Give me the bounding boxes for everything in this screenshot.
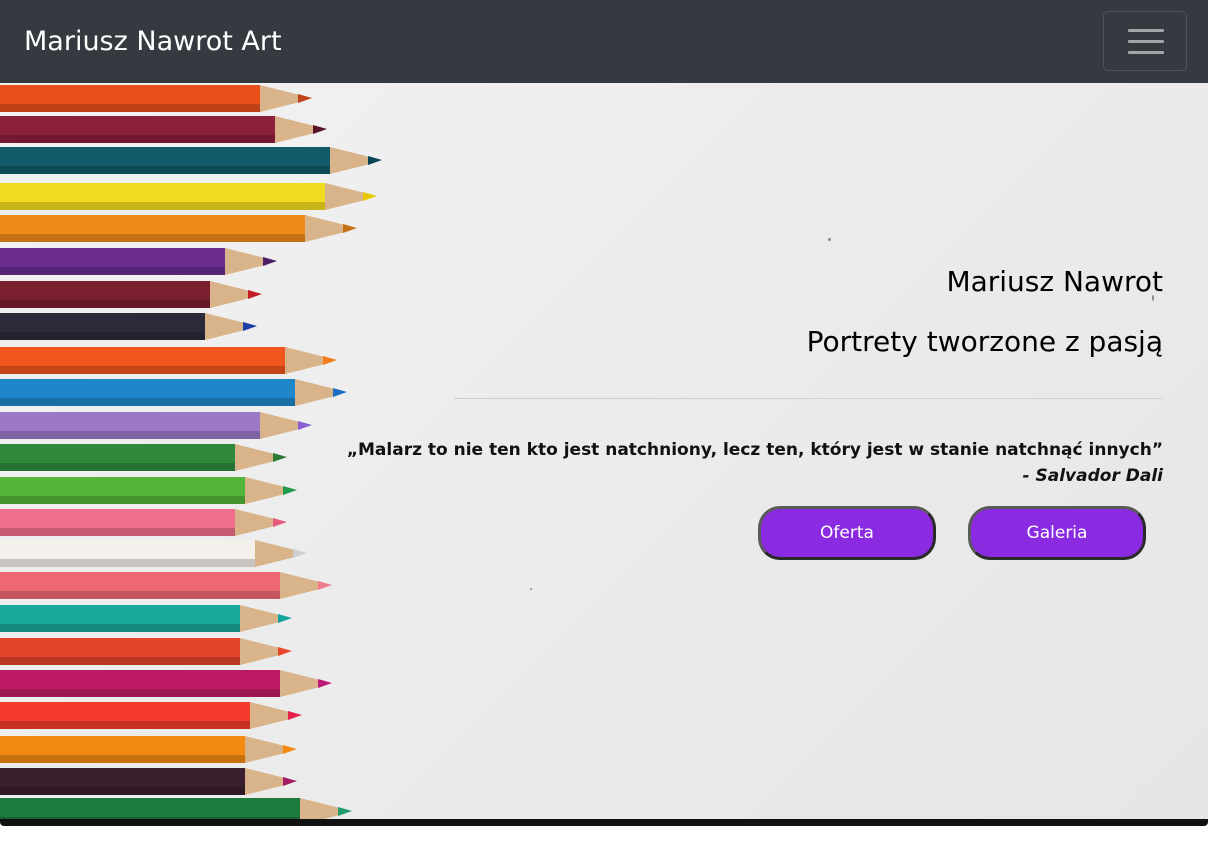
pencil [0, 248, 277, 275]
pencil [0, 215, 357, 242]
pencil [0, 540, 307, 567]
artist-name: Mariusz Nawrot [946, 265, 1163, 298]
pencil [0, 147, 382, 174]
navbar: Mariusz Nawrot Art [0, 0, 1208, 83]
pencil [0, 670, 332, 697]
menu-toggle-button[interactable] [1103, 11, 1187, 71]
tagline: Portrety tworzone z pasją [806, 325, 1163, 358]
divider [454, 398, 1163, 399]
pencil [0, 347, 337, 374]
colored-pencils-image [0, 85, 382, 819]
pencil [0, 379, 347, 406]
pencil [0, 768, 297, 795]
pencil [0, 477, 297, 504]
pencil [0, 572, 332, 599]
brand-link[interactable]: Mariusz Nawrot Art [24, 24, 282, 60]
pencil [0, 183, 377, 210]
hero-bottom-border [0, 819, 1208, 826]
pencil [0, 85, 312, 112]
pencil [0, 116, 327, 143]
pencil [0, 736, 297, 763]
gallery-button[interactable]: Galeria [968, 506, 1146, 560]
quote-author: - Salvador Dali [1022, 466, 1163, 486]
pencil [0, 281, 262, 308]
pencil [0, 798, 352, 819]
pencil [0, 605, 292, 632]
hero-section: Mariusz Nawrot Portrety tworzone z pasją… [0, 83, 1208, 819]
pencil [0, 412, 312, 439]
pencil [0, 313, 257, 340]
offer-button[interactable]: Oferta [758, 506, 936, 560]
quote-text: „Malarz to nie ten kto jest natchniony, … [346, 440, 1163, 460]
pencil [0, 638, 292, 665]
pencil [0, 702, 302, 729]
pencil [0, 509, 287, 536]
pencil [0, 444, 287, 471]
